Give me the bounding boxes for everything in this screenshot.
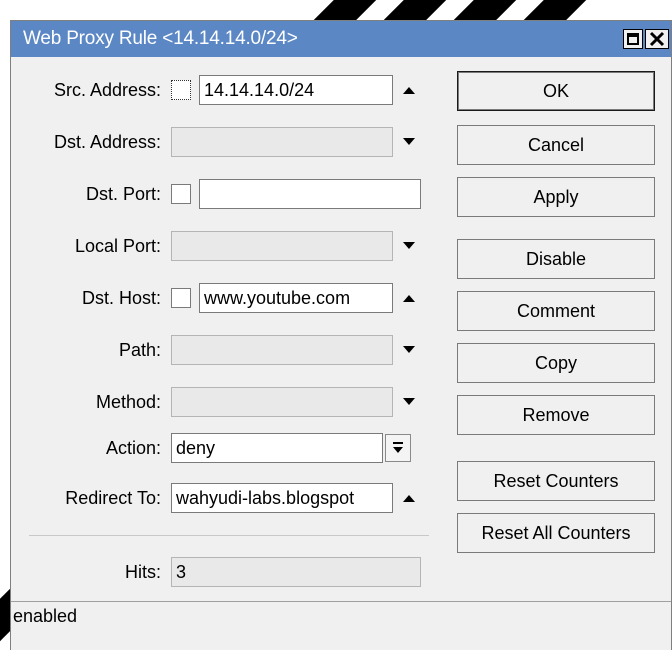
separator bbox=[29, 535, 429, 536]
action-dropdown-button[interactable] bbox=[385, 434, 411, 462]
local-port-input[interactable] bbox=[171, 231, 393, 261]
dst-host-label: Dst. Host: bbox=[81, 288, 161, 308]
status-panel: enabled bbox=[11, 602, 671, 638]
dst-host-invert-checkbox[interactable] bbox=[171, 288, 191, 308]
comment-button[interactable]: Comment bbox=[457, 291, 655, 331]
collapse-up-icon[interactable] bbox=[397, 488, 421, 508]
status-bar: enabled bbox=[11, 601, 671, 650]
redirect-to-label: Redirect To: bbox=[65, 488, 161, 508]
local-port-label: Local Port: bbox=[74, 236, 161, 256]
method-input[interactable] bbox=[171, 387, 393, 417]
window-title: Web Proxy Rule <14.14.14.0/24> bbox=[23, 28, 298, 49]
dst-port-input[interactable] bbox=[199, 179, 421, 209]
src-address-label: Src. Address: bbox=[53, 80, 161, 100]
method-label: Method: bbox=[95, 392, 161, 412]
status-text: enabled bbox=[13, 606, 78, 626]
web-proxy-rule-dialog: Web Proxy Rule <14.14.14.0/24> Src. Addr… bbox=[10, 20, 672, 650]
dst-address-input[interactable] bbox=[171, 127, 393, 157]
maximize-button[interactable] bbox=[623, 29, 643, 49]
close-button[interactable] bbox=[645, 29, 669, 49]
title-bar[interactable]: Web Proxy Rule <14.14.14.0/24> bbox=[11, 21, 671, 57]
remove-button[interactable]: Remove bbox=[457, 395, 655, 435]
expand-down-icon[interactable] bbox=[397, 132, 421, 152]
dst-address-label: Dst. Address: bbox=[53, 132, 161, 152]
hits-label: Hits: bbox=[125, 562, 161, 582]
disable-button[interactable]: Disable bbox=[457, 239, 655, 279]
hits-row: Hits: 3 bbox=[11, 557, 671, 587]
expand-down-icon[interactable] bbox=[397, 340, 421, 360]
dropdown-arrow-icon bbox=[393, 442, 403, 453]
dst-host-input[interactable]: www.youtube.com bbox=[199, 283, 393, 313]
apply-button[interactable]: Apply bbox=[457, 177, 655, 217]
action-label: Action: bbox=[105, 438, 161, 458]
ok-button[interactable]: OK bbox=[457, 71, 655, 111]
dst-port-label: Dst. Port: bbox=[85, 184, 161, 204]
path-input[interactable] bbox=[171, 335, 393, 365]
copy-button[interactable]: Copy bbox=[457, 343, 655, 383]
expand-down-icon[interactable] bbox=[397, 236, 421, 256]
src-address-invert-checkbox[interactable] bbox=[171, 80, 191, 100]
collapse-up-icon[interactable] bbox=[397, 288, 421, 308]
action-row: Action: deny bbox=[11, 433, 671, 463]
reset-all-counters-button[interactable]: Reset All Counters bbox=[457, 513, 655, 553]
src-address-input[interactable]: 14.14.14.0/24 bbox=[199, 75, 393, 105]
path-label: Path: bbox=[118, 340, 161, 360]
dst-port-invert-checkbox[interactable] bbox=[171, 184, 191, 204]
cancel-button[interactable]: Cancel bbox=[457, 125, 655, 165]
collapse-up-icon[interactable] bbox=[397, 80, 421, 100]
action-select[interactable]: deny bbox=[171, 433, 383, 463]
close-icon bbox=[649, 31, 665, 47]
expand-down-icon[interactable] bbox=[397, 392, 421, 412]
maximize-icon bbox=[627, 33, 639, 45]
redirect-to-input[interactable]: wahyudi-labs.blogspot bbox=[171, 483, 393, 513]
hits-value: 3 bbox=[171, 557, 421, 587]
reset-counters-button[interactable]: Reset Counters bbox=[457, 461, 655, 501]
